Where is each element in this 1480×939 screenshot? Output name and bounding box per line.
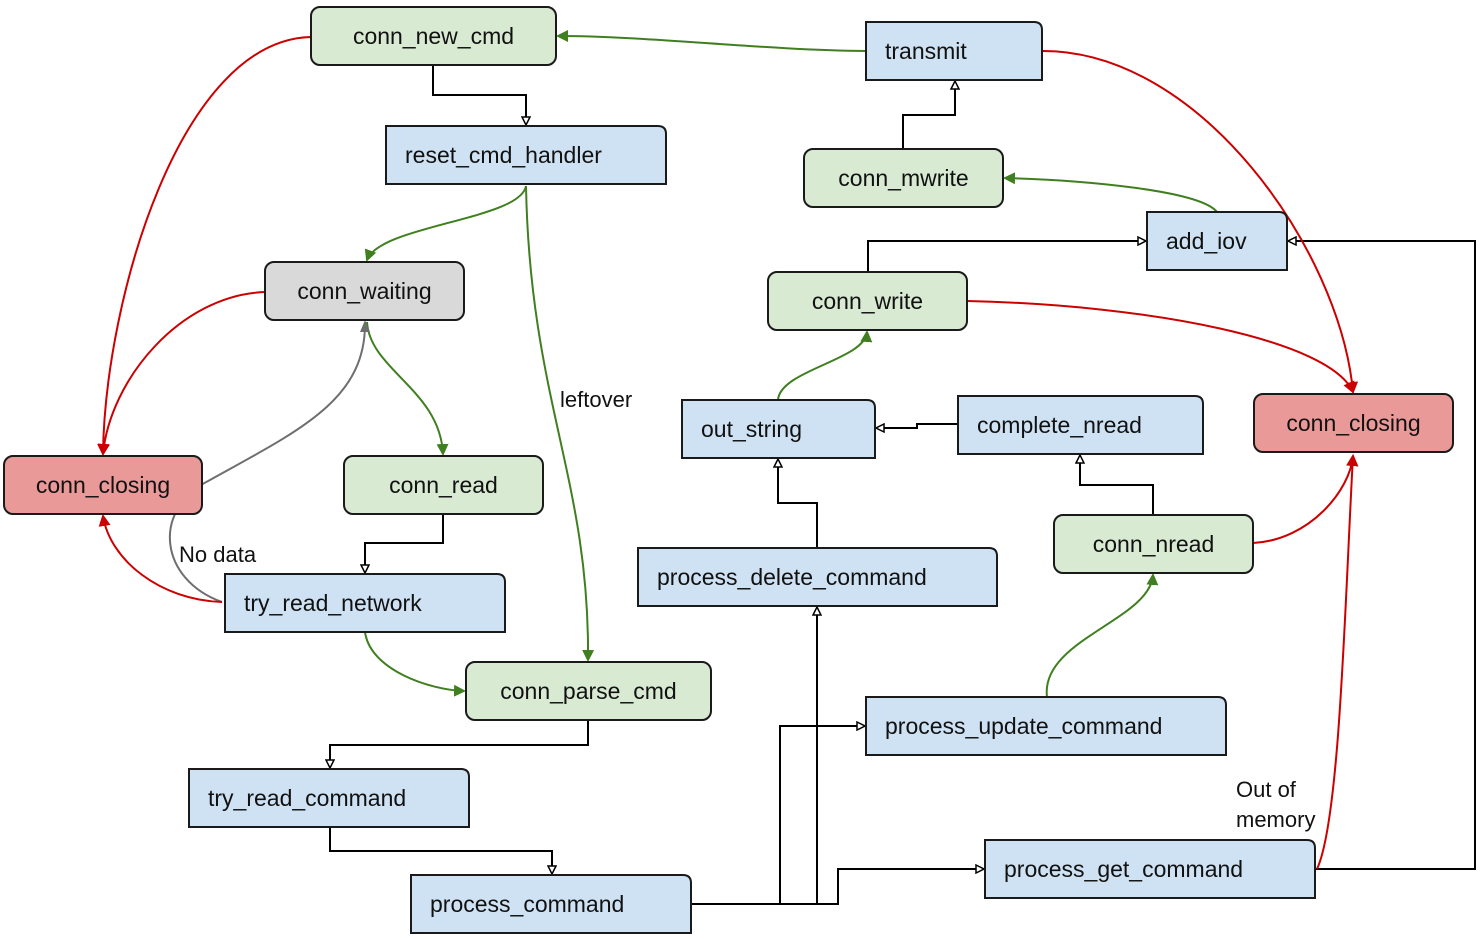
node-out-string: out_string [681, 399, 876, 459]
edge-conn-waiting-to-conn-closing [97, 291, 266, 456]
node-conn-nread: conn_nread [1053, 514, 1254, 574]
node-conn-mwrite: conn_mwrite [803, 148, 1004, 208]
node-label: process_get_command [1004, 856, 1243, 882]
edge-try-read-network-to-conn-waiting-head [360, 320, 370, 332]
edge-label-out-of-memory-line1: Out of [1236, 777, 1297, 802]
node-label: try_read_network [244, 590, 422, 616]
edge-label-leftover: leftover [560, 387, 632, 412]
node-label: conn_closing [1286, 410, 1420, 436]
node-process-get-command: process_get_command [984, 839, 1316, 899]
node-try-read-command: try_read_command [188, 768, 470, 828]
edge-process-get-to-conn-closing [1316, 454, 1359, 870]
node-label: conn_nread [1093, 531, 1215, 557]
edge-conn-nread-to-complete-nread [1080, 456, 1154, 515]
node-conn-closing-right: conn_closing [1253, 393, 1454, 453]
edge-conn-mwrite-to-transmit [902, 82, 955, 149]
node-label: process_update_command [885, 713, 1162, 739]
node-reset-cmd-handler: reset_cmd_handler [385, 125, 667, 185]
node-conn-parse-cmd: conn_parse_cmd [465, 661, 712, 721]
edge-process-command-to-process-get [691, 869, 983, 905]
edge-conn-read-to-try-read-network [365, 514, 444, 572]
edge-process-get-to-add-iov [1289, 241, 1476, 870]
edge-try-read-network-to-conn-parse-cmd [364, 631, 466, 697]
node-conn-write: conn_write [767, 271, 968, 331]
edge-reset-to-conn-parse-cmd [525, 185, 595, 662]
node-label: conn_new_cmd [353, 23, 514, 49]
node-process-delete-command: process_delete_command [637, 547, 998, 607]
state-diagram: conn_new_cmd reset_cmd_handler transmit con… [3, 6, 1476, 934]
edge-conn-nread-to-conn-closing [1252, 454, 1359, 544]
node-label: complete_nread [977, 412, 1142, 438]
edge-conn-new-cmd-to-reset-cmd-handler [432, 65, 526, 124]
node-conn-read: conn_read [343, 455, 544, 515]
edge-out-string-to-conn-write [777, 330, 873, 401]
node-label: conn_parse_cmd [500, 678, 676, 704]
edge-conn-waiting-to-conn-read [366, 321, 449, 456]
node-label: transmit [885, 38, 967, 64]
node-label: reset_cmd_handler [405, 142, 602, 168]
edge-conn-new-cmd-to-conn-closing [97, 36, 312, 456]
node-conn-closing-left: conn_closing [3, 455, 203, 515]
node-label: conn_waiting [297, 278, 431, 304]
node-label: add_iov [1166, 228, 1247, 254]
edge-add-iov-to-conn-mwrite [1003, 172, 1218, 213]
node-label: try_read_command [208, 785, 406, 811]
edge-reset-to-conn-waiting [364, 185, 527, 262]
node-label: process_delete_command [657, 564, 927, 590]
node-conn-new-cmd: conn_new_cmd [310, 6, 557, 66]
edge-complete-nread-to-out-string [877, 423, 958, 428]
node-label: conn_mwrite [838, 165, 968, 191]
edge-conn-write-to-conn-closing [966, 300, 1355, 394]
node-complete-nread: complete_nread [957, 395, 1204, 455]
node-label: conn_write [812, 288, 923, 314]
node-process-command: process_command [410, 874, 692, 934]
node-try-read-network: try_read_network [224, 573, 506, 633]
node-label: conn_read [389, 472, 498, 498]
edge-transmit-to-conn-new-cmd [556, 30, 867, 52]
node-process-update-command: process_update_command [865, 696, 1227, 756]
edge-conn-write-to-add-iov [867, 241, 1145, 272]
edge-process-delete-to-out-string [778, 460, 818, 548]
edge-process-update-to-conn-nread [1045, 573, 1159, 698]
node-label: out_string [701, 416, 802, 442]
node-label: process_command [430, 891, 624, 917]
node-add-iov: add_iov [1146, 211, 1288, 271]
edge-process-command-to-process-delete [691, 608, 817, 905]
edge-label-out-of-memory-line2: memory [1236, 807, 1315, 832]
edge-label-no-data: No data [179, 542, 257, 567]
edge-conn-parse-cmd-to-try-read-command [330, 720, 589, 767]
edge-try-read-command-to-process-command [329, 827, 552, 873]
node-label: conn_closing [36, 472, 170, 498]
node-transmit: transmit [865, 21, 1043, 81]
node-conn-waiting: conn_waiting [264, 261, 465, 321]
